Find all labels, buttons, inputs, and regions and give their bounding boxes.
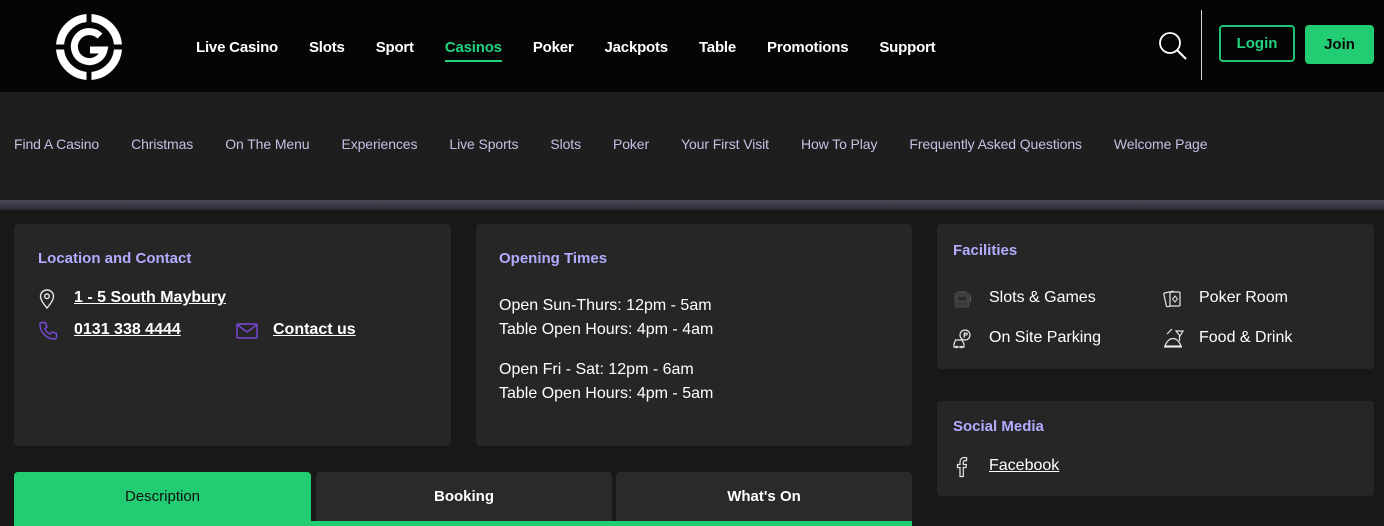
slot-machine-icon [954,291,972,308]
table-hours-fri-sat: Table Open Hours: 4pm - 5am [499,385,714,402]
facebook-icon [956,456,968,478]
active-tab-underline [14,521,912,526]
tab-booking[interactable]: Booking [316,472,612,526]
subnav-experiences[interactable]: Experiences [341,136,417,152]
subnav-christmas[interactable]: Christmas [131,136,193,152]
subnav-live-sports[interactable]: Live Sports [449,136,518,152]
hours-fri-sat: Open Fri - Sat: 12pm - 6am [499,361,694,378]
join-button[interactable]: Join [1305,25,1374,64]
location-card: Location and Contact 1 - 5 South Maybury… [14,224,451,446]
location-title: Location and Contact [38,250,192,267]
food-drink-icon [1164,328,1185,348]
facility-poker-room: Poker Room [1199,289,1288,306]
tab-description[interactable]: Description [14,472,311,526]
header-divider [1201,10,1202,80]
nav-sport[interactable]: Sport [376,36,414,64]
subnav-find-a-casino[interactable]: Find A Casino [14,136,99,152]
subnav-how-to-play[interactable]: How To Play [801,136,878,152]
mail-icon [236,323,258,339]
phone-icon [39,321,58,340]
phone-link[interactable]: 0131 338 4444 [74,321,181,339]
facilities-title: Facilities [953,242,1018,259]
subnav-poker[interactable]: Poker [613,136,649,152]
subnav-faq[interactable]: Frequently Asked Questions [909,136,1082,152]
nav-jackpots[interactable]: Jackpots [605,36,669,64]
facility-slots-games: Slots & Games [989,289,1096,306]
facilities-card: Facilities Slots & Games Poker Room P On… [937,224,1374,369]
casino-subnav: Find A Casino Christmas On The Menu Expe… [14,136,1239,152]
social-media-card: Social Media Facebook [937,401,1374,496]
facility-food-drink: Food & Drink [1199,329,1293,346]
playing-cards-icon [1163,290,1181,308]
contact-us-link[interactable]: Contact us [273,321,356,339]
hours-sun-thurs: Open Sun-Thurs: 12pm - 5am [499,297,712,314]
login-button[interactable]: Login [1219,25,1295,62]
facebook-link[interactable]: Facebook [989,457,1059,475]
nav-support[interactable]: Support [879,36,935,64]
search-icon[interactable] [1158,31,1188,61]
subnav-your-first-visit[interactable]: Your First Visit [681,136,769,152]
social-media-title: Social Media [953,418,1044,435]
table-hours-sun-thurs: Table Open Hours: 4pm - 4am [499,321,714,338]
nav-poker[interactable]: Poker [533,36,574,64]
nav-promotions[interactable]: Promotions [767,36,849,64]
opening-times-card: Opening Times Open Sun-Thurs: 12pm - 5am… [476,224,912,446]
nav-table[interactable]: Table [699,36,736,64]
main-nav: Live Casino Slots Sport Casinos Poker Ja… [196,36,966,66]
top-header: Live Casino Slots Sport Casinos Poker Ja… [0,0,1384,92]
map-pin-icon [39,289,55,309]
subnav-on-the-menu[interactable]: On The Menu [225,136,309,152]
subnav-slots[interactable]: Slots [550,136,581,152]
parking-car-icon: P [953,329,971,349]
nav-casinos[interactable]: Casinos [444,36,502,64]
nav-live-casino[interactable]: Live Casino [196,36,278,64]
sub-header: Find A Casino Christmas On The Menu Expe… [0,92,1384,200]
opening-times-title: Opening Times [499,250,608,267]
casino-logo[interactable] [56,14,122,80]
nav-slots[interactable]: Slots [309,36,345,64]
subnav-welcome-page[interactable]: Welcome Page [1114,136,1208,152]
section-divider [0,200,1384,210]
facility-parking: On Site Parking [989,329,1102,346]
address-link[interactable]: 1 - 5 South Maybury [74,289,226,307]
svg-text:P: P [963,332,968,340]
tab-whats-on[interactable]: What's On [616,472,912,526]
